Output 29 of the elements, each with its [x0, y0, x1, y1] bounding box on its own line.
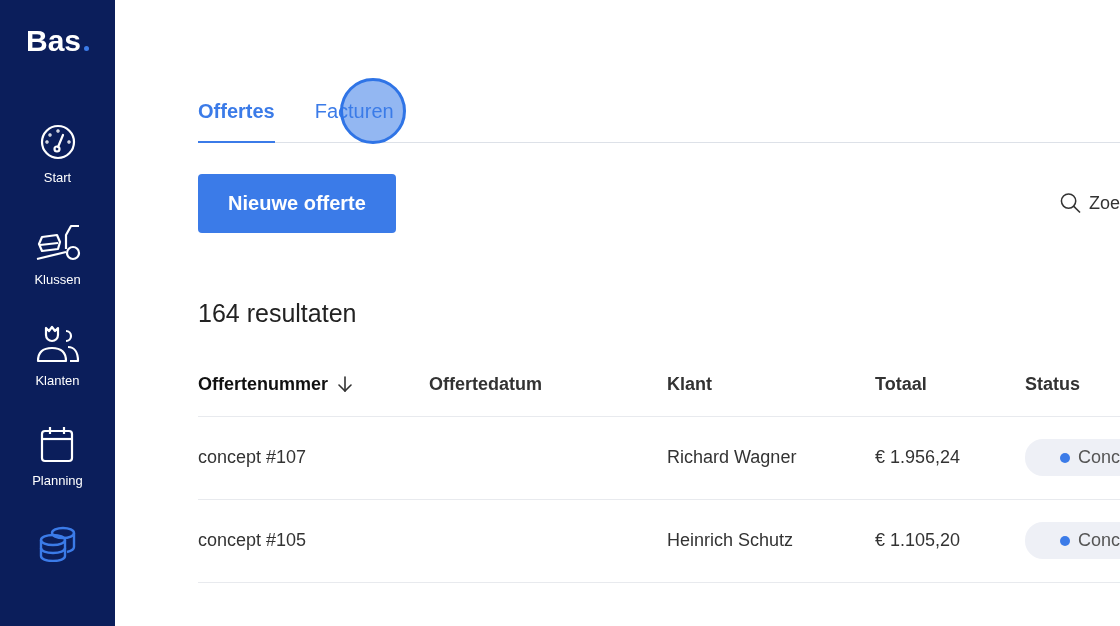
status-label: Conc	[1078, 530, 1120, 551]
coins-icon	[38, 525, 77, 562]
table-cell-text: concept #105	[198, 530, 308, 551]
table-cell-text: Heinrich Schutz	[667, 530, 795, 551]
nav-item[interactable]: Klussen	[34, 224, 81, 325]
nav-item[interactable]: Planning	[32, 425, 83, 526]
search-icon	[1060, 192, 1081, 214]
calendar-icon	[40, 425, 75, 464]
trolley-icon	[34, 224, 81, 263]
status-label: Conc	[1078, 447, 1120, 468]
tab[interactable]: Offertes	[198, 100, 275, 143]
table-cell-text: € 1.105,20	[875, 530, 962, 551]
column-header[interactable]: Klant	[667, 373, 875, 395]
sort-arrow-icon	[338, 376, 353, 392]
search-field[interactable]: Zoe	[1060, 192, 1120, 214]
new-quote-button[interactable]: Nieuwe offerte	[198, 173, 396, 233]
table-cell-text: concept #107	[198, 447, 308, 468]
result-count: 164 resultaten	[198, 298, 358, 328]
logo: Bas	[25, 24, 89, 58]
gauge-icon	[39, 124, 76, 160]
table-cell-text: Richard Wagner	[667, 447, 798, 468]
column-header[interactable]: Totaal	[875, 373, 1025, 395]
column-header[interactable]: Status	[1025, 373, 1120, 395]
nav-item[interactable]: Klanten	[35, 324, 80, 426]
nav-item[interactable]: Start	[39, 124, 76, 225]
people-icon	[35, 324, 80, 363]
column-header[interactable]: Offertedatum	[429, 373, 667, 395]
table-cell-text: € 1.956,24	[875, 447, 962, 468]
column-header[interactable]: Offertenummer	[198, 373, 429, 395]
